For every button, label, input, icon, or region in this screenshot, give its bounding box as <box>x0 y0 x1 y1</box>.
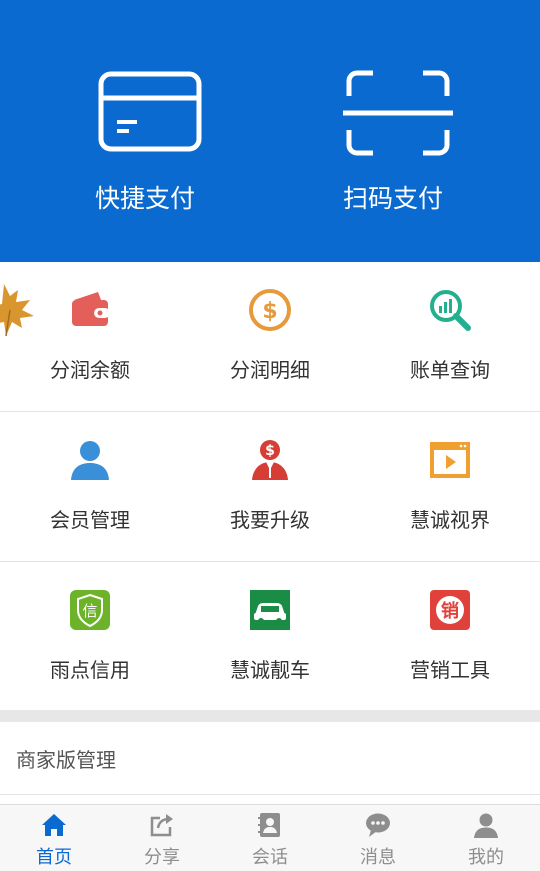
grid-label: 账单查询 <box>410 358 490 382</box>
scan-icon <box>343 70 453 156</box>
member-icon <box>71 441 109 480</box>
scan-pay-button[interactable]: 扫码支付 <box>258 0 528 262</box>
tab-share[interactable]: 分享 <box>108 805 216 871</box>
grid-label: 我要升级 <box>230 508 310 532</box>
function-grid: 分润余额 $ 分润明细 账单查询 会员管理 $ 我要升级 慧诚视界 信 雨点信用… <box>0 262 540 710</box>
grid-label: 会员管理 <box>50 508 130 532</box>
svg-text:$: $ <box>262 299 277 324</box>
merchant-management-row[interactable]: 商家版管理 <box>0 722 540 795</box>
grid-item-profit-detail[interactable]: $ 分润明细 <box>180 262 360 411</box>
quick-pay-label: 快捷支付 <box>94 184 195 213</box>
bottom-tab-bar: 首页 分享 会话 消息 我的 <box>0 804 540 871</box>
marketing-icon: 销 <box>430 590 470 630</box>
tab-label: 首页 <box>36 847 72 868</box>
grid-label: 慧诚靓车 <box>230 658 310 682</box>
grid-item-member-management[interactable]: 会员管理 <box>0 412 180 561</box>
card-icon <box>98 71 202 152</box>
message-icon <box>366 813 390 837</box>
grid-label: 营销工具 <box>410 658 490 682</box>
tab-label: 我的 <box>468 847 504 868</box>
grid-item-huicheng-vision[interactable]: 慧诚视界 <box>360 412 540 561</box>
video-player-icon <box>430 442 470 478</box>
hero-banner: 快捷支付 扫码支付 <box>0 0 540 262</box>
section-separator <box>0 710 540 722</box>
tab-label: 消息 <box>360 847 396 868</box>
upgrade-icon: $ <box>252 440 288 480</box>
grid-label: 分润明细 <box>230 358 310 382</box>
share-icon <box>150 814 173 837</box>
tab-messages[interactable]: 消息 <box>324 805 432 871</box>
svg-text:$: $ <box>265 443 275 459</box>
grid-item-huicheng-car[interactable]: 慧诚靓车 <box>180 562 360 711</box>
grid-label: 分润余额 <box>50 358 130 382</box>
car-icon <box>250 590 290 630</box>
tab-home[interactable]: 首页 <box>0 805 108 871</box>
merchant-management-label: 商家版管理 <box>16 748 116 772</box>
grid-label: 慧诚视界 <box>410 508 490 532</box>
grid-label: 雨点信用 <box>50 658 130 682</box>
grid-item-bill-query[interactable]: 账单查询 <box>360 262 540 411</box>
tab-label: 会话 <box>252 847 288 868</box>
svg-text:信: 信 <box>82 602 97 620</box>
svg-text:销: 销 <box>441 600 459 622</box>
tab-chat[interactable]: 会话 <box>216 805 324 871</box>
quick-pay-button[interactable]: 快捷支付 <box>10 0 280 262</box>
grid-item-upgrade[interactable]: $ 我要升级 <box>180 412 360 561</box>
tab-mine[interactable]: 我的 <box>432 805 540 871</box>
profile-icon <box>474 813 498 838</box>
wallet-icon <box>72 292 110 326</box>
scan-pay-label: 扫码支付 <box>342 184 443 213</box>
grid-item-marketing-tools[interactable]: 销 营销工具 <box>360 562 540 711</box>
tab-label: 分享 <box>144 847 180 868</box>
magnifier-chart-icon <box>430 290 471 331</box>
contacts-icon <box>258 813 280 837</box>
credit-icon: 信 <box>70 590 110 630</box>
grid-item-yudian-credit[interactable]: 信 雨点信用 <box>0 562 180 711</box>
home-icon <box>42 814 66 836</box>
dollar-coin-icon: $ <box>249 289 291 331</box>
maple-leaf-icon <box>0 284 34 337</box>
